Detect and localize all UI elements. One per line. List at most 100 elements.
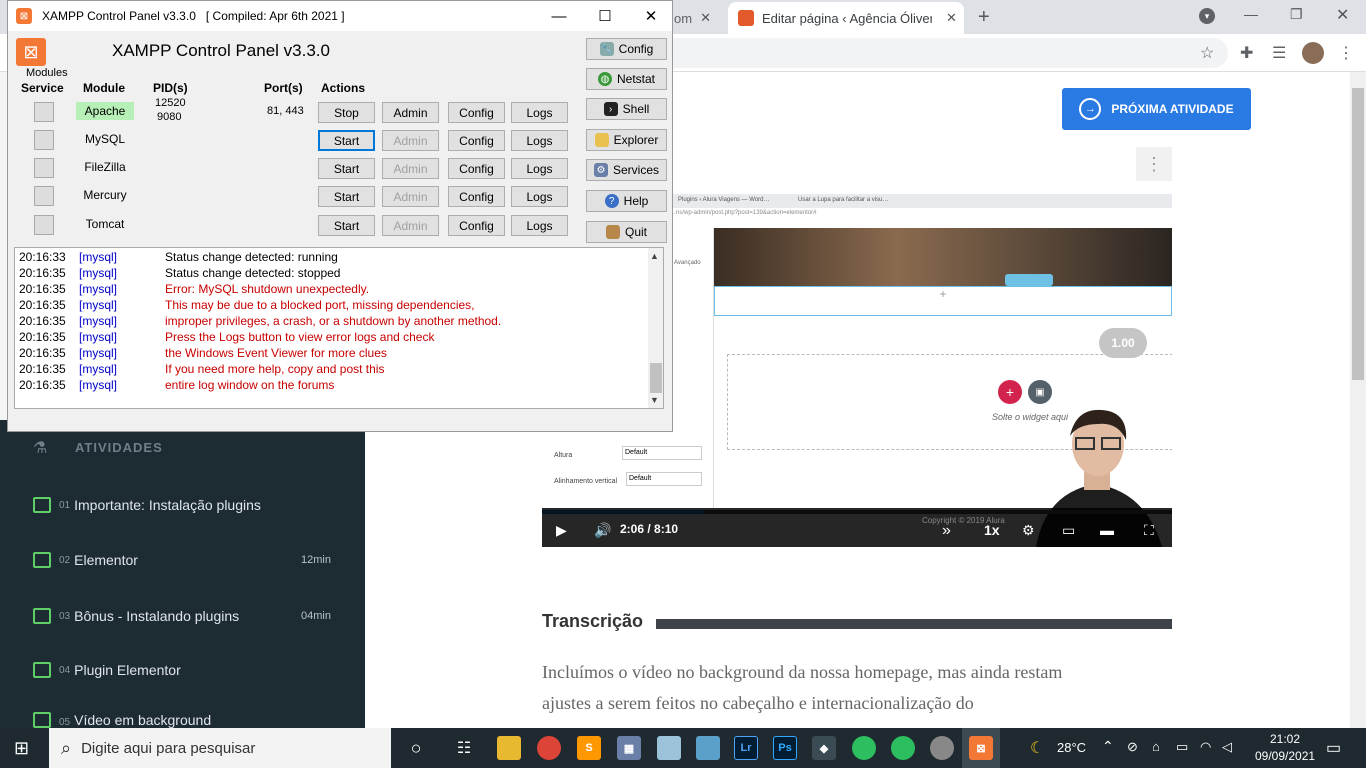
log-source: [mysql]: [79, 266, 118, 280]
netstat-button[interactable]: ◍ Netstat: [586, 68, 667, 90]
log-panel[interactable]: 20:16:33 [mysql] Status change detected: r…: [14, 247, 664, 409]
reading-list-icon[interactable]: ☰: [1272, 43, 1286, 63]
config-button[interactable]: Config: [448, 186, 505, 207]
stop-button[interactable]: Stop: [318, 102, 375, 123]
play-icon[interactable]: ▶: [556, 522, 567, 539]
taskbar-search[interactable]: ⌕ Digite aqui para pesquisar: [49, 728, 391, 768]
file-explorer-icon[interactable]: [497, 736, 521, 760]
close-icon[interactable]: ✕: [700, 10, 711, 26]
page-scrollbar-thumb[interactable]: [1352, 88, 1364, 380]
config-button[interactable]: Config: [448, 158, 505, 179]
task-view-icon[interactable]: ☷: [452, 736, 476, 760]
logs-button[interactable]: Logs: [511, 158, 568, 179]
sidebar-item[interactable]: 02 Elementor 12min: [0, 533, 365, 587]
logs-button[interactable]: Logs: [511, 215, 568, 236]
logs-button[interactable]: Logs: [511, 130, 568, 151]
service-checkbox[interactable]: [34, 130, 54, 150]
new-tab-button[interactable]: +: [978, 6, 990, 29]
service-checkbox[interactable]: [34, 158, 54, 178]
sidebar-item[interactable]: 05 Vídeo em background: [0, 696, 365, 728]
sidebar-item[interactable]: 03 Bônus - Instalando plugins 04min: [0, 589, 365, 643]
config-button[interactable]: 🔧 Config: [586, 38, 667, 60]
start-button[interactable]: Start: [318, 130, 375, 151]
sidebar-item[interactable]: 04 Plugin Elementor: [0, 643, 365, 697]
config-button[interactable]: Config: [448, 102, 505, 123]
evernote-icon[interactable]: [891, 736, 915, 760]
close-icon[interactable]: ✕: [946, 10, 957, 26]
next-activity-button[interactable]: → PRÓXIMA ATIVIDADE: [1062, 88, 1251, 130]
xampp-taskbar-icon[interactable]: ⊠: [969, 736, 993, 760]
temperature[interactable]: 28°C: [1057, 740, 1086, 755]
explorer-button[interactable]: Explorer: [586, 129, 667, 151]
advanced-tab: Avançado: [674, 260, 701, 266]
scroll-up-icon[interactable]: ▲: [650, 251, 659, 261]
shell-button[interactable]: › Shell: [586, 98, 667, 120]
lightroom-icon[interactable]: Lr: [734, 736, 758, 760]
notifications-icon[interactable]: ▭: [1326, 738, 1341, 758]
logs-button[interactable]: Logs: [511, 102, 568, 123]
admin-button[interactable]: Admin: [382, 102, 439, 123]
extensions-icon[interactable]: ✚: [1240, 43, 1253, 63]
inkscape-icon[interactable]: ◆: [812, 736, 836, 760]
github-icon[interactable]: [930, 736, 954, 760]
tab-search-icon[interactable]: ▾: [1199, 8, 1215, 24]
start-button[interactable]: Start: [318, 158, 375, 179]
minimize-icon[interactable]: —: [536, 5, 582, 27]
calculator-icon[interactable]: ▦: [617, 736, 641, 760]
sublime-icon[interactable]: S: [577, 736, 601, 760]
folder-icon: ▣: [1028, 380, 1052, 404]
service-checkbox[interactable]: [34, 186, 54, 206]
windows-start-icon[interactable]: ⊞: [14, 738, 34, 758]
theater-mode-icon[interactable]: ▬: [1100, 522, 1114, 538]
services-button[interactable]: ⚙ Services: [586, 159, 667, 181]
start-button[interactable]: Start: [318, 186, 375, 207]
service-checkbox[interactable]: [34, 102, 54, 122]
wifi-icon[interactable]: ◠: [1200, 739, 1211, 755]
settings-icon[interactable]: ⚙: [1022, 522, 1035, 539]
config-button[interactable]: Config: [448, 130, 505, 151]
log-source: [mysql]: [79, 330, 118, 344]
pip-icon[interactable]: ▭: [1062, 522, 1075, 539]
menu-icon[interactable]: ⋮: [1338, 43, 1354, 63]
volume-icon[interactable]: 🔊: [594, 522, 611, 539]
star-icon[interactable]: ☆: [1200, 43, 1214, 63]
config-button[interactable]: Config: [448, 215, 505, 236]
photoshop-icon[interactable]: Ps: [773, 736, 797, 760]
browser-tab[interactable]: om ✕: [672, 2, 728, 34]
minimize-icon[interactable]: —: [1244, 6, 1258, 22]
app-icon[interactable]: [696, 736, 720, 760]
taskbar-clock[interactable]: 21:02 09/09/2021: [1255, 731, 1315, 765]
paint-icon[interactable]: [657, 736, 681, 760]
browser-tab-active[interactable]: Editar página ‹ Agência Óliver — ✕: [728, 2, 964, 34]
restore-icon[interactable]: ❐: [1290, 6, 1303, 23]
logs-button[interactable]: Logs: [511, 186, 568, 207]
cortana-icon[interactable]: ○: [404, 736, 428, 760]
service-checkbox[interactable]: [34, 215, 54, 235]
playback-rate[interactable]: 1x: [984, 522, 1000, 538]
battery-icon[interactable]: ▭: [1176, 739, 1188, 755]
volume-icon[interactable]: ◁: [1222, 739, 1232, 755]
maximize-icon[interactable]: ☐: [582, 5, 628, 27]
admin-button[interactable]: Admin: [382, 215, 439, 236]
fast-forward-icon[interactable]: »: [942, 522, 951, 540]
quit-button[interactable]: Quit: [586, 221, 667, 243]
close-icon[interactable]: ✕: [1336, 5, 1349, 25]
address-bar[interactable]: [672, 38, 1228, 68]
tray-icon[interactable]: ⊘: [1127, 739, 1138, 755]
more-options-icon[interactable]: ⋮: [1136, 147, 1172, 181]
chrome-icon[interactable]: [537, 736, 561, 760]
avatar[interactable]: [1302, 42, 1324, 64]
tray-icon[interactable]: ⌂: [1152, 739, 1160, 754]
help-button[interactable]: ? Help: [586, 190, 667, 212]
admin-button[interactable]: Admin: [382, 158, 439, 179]
chevron-up-icon[interactable]: ⌃: [1102, 738, 1114, 755]
evernote-icon[interactable]: [852, 736, 876, 760]
sidebar-item[interactable]: 01 Importante: Instalação plugins: [0, 478, 365, 532]
log-scrollbar-thumb[interactable]: [650, 363, 662, 393]
admin-button[interactable]: Admin: [382, 130, 439, 151]
close-icon[interactable]: ✕: [628, 5, 674, 27]
admin-button[interactable]: Admin: [382, 186, 439, 207]
start-button[interactable]: Start: [318, 215, 375, 236]
scroll-down-icon[interactable]: ▼: [650, 395, 659, 405]
fullscreen-icon[interactable]: ⛶: [1144, 522, 1154, 539]
